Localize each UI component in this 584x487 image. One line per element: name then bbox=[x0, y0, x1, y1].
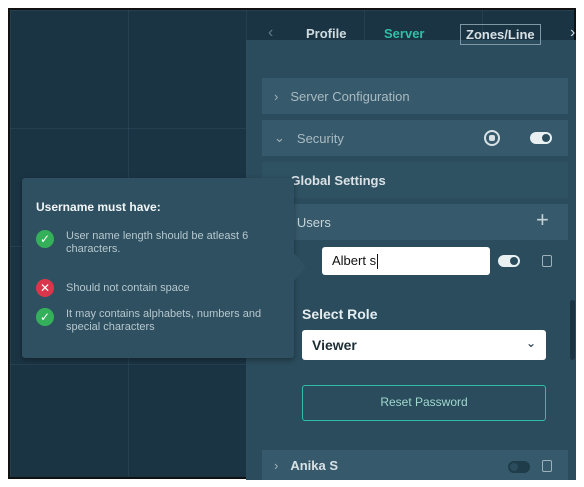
role-select[interactable]: Viewer ⌄ bbox=[302, 330, 546, 360]
tooltip-pointer bbox=[294, 253, 306, 281]
section-label: Global Settings bbox=[290, 172, 386, 188]
add-user-button[interactable]: + bbox=[536, 207, 549, 233]
user-enabled-toggle[interactable] bbox=[498, 255, 520, 267]
shield-icon[interactable] bbox=[484, 130, 500, 146]
tab-profile[interactable]: Profile bbox=[306, 26, 346, 41]
section-label: Users bbox=[296, 214, 331, 230]
chevron-down-icon: ⌄ bbox=[525, 336, 536, 350]
section-global-settings[interactable]: › Global Settings bbox=[262, 162, 568, 198]
reset-password-button[interactable]: Reset Password bbox=[302, 385, 546, 421]
section-label: Security bbox=[296, 130, 344, 146]
chevron-right-icon[interactable]: › bbox=[570, 24, 575, 42]
username-input[interactable]: Albert s bbox=[322, 247, 490, 275]
text-caret bbox=[377, 254, 379, 270]
tooltip-title: Username must have: bbox=[36, 200, 161, 214]
tab-bar: ‹ Profile Server Zones/Line › bbox=[256, 14, 576, 54]
rule-text: User name length should be atleast 6 cha… bbox=[66, 230, 249, 255]
user-enabled-toggle[interactable] bbox=[508, 461, 530, 473]
section-security[interactable]: ⌄ Security bbox=[262, 120, 568, 156]
check-icon: ✓ bbox=[36, 230, 54, 248]
check-icon: ✓ bbox=[36, 308, 54, 326]
trash-icon[interactable] bbox=[542, 255, 552, 267]
rule-item: ✕ Should not contain space bbox=[36, 279, 266, 297]
section-server-configuration[interactable]: › Server Configuration bbox=[262, 78, 568, 114]
section-users[interactable]: ⌄ Users bbox=[262, 204, 568, 240]
panel-scrollbar[interactable] bbox=[570, 300, 575, 360]
select-role-label: Select Role bbox=[302, 306, 378, 322]
chevron-down-icon: ⌄ bbox=[274, 130, 285, 145]
rule-text: It may contains alphabets, numbers and s… bbox=[66, 308, 262, 333]
chevron-right-icon: › bbox=[274, 88, 279, 104]
rule-text: Should not contain space bbox=[66, 282, 190, 294]
username-rules-tooltip: Username must have: ✓ User name length s… bbox=[22, 178, 294, 358]
user-name: Anika S bbox=[290, 457, 339, 473]
chevron-left-icon[interactable]: ‹ bbox=[268, 24, 273, 42]
trash-icon[interactable] bbox=[542, 460, 552, 472]
section-label: Server Configuration bbox=[290, 88, 410, 104]
chevron-right-icon: › bbox=[274, 457, 279, 473]
role-value: Viewer bbox=[312, 337, 357, 353]
security-toggle[interactable] bbox=[530, 132, 552, 144]
username-value: Albert s bbox=[332, 253, 377, 268]
error-icon: ✕ bbox=[36, 279, 54, 297]
rule-item: ✓ It may contains alphabets, numbers and… bbox=[36, 308, 266, 334]
rule-item: ✓ User name length should be atleast 6 c… bbox=[36, 230, 266, 256]
tab-zones-line[interactable]: Zones/Line bbox=[460, 24, 541, 45]
tab-server[interactable]: Server bbox=[384, 26, 424, 41]
